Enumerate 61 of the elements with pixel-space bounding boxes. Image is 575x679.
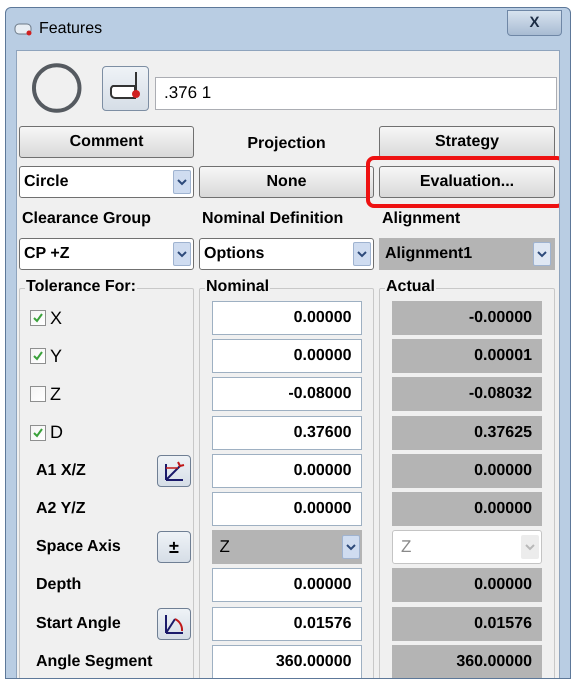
checkbox-label: D xyxy=(50,421,63,444)
row-label: Start Angle xyxy=(35,614,122,634)
field-label: Nominal Definition xyxy=(202,209,344,229)
actual-value: 0.00001 xyxy=(392,339,542,374)
actual-value: 0.00000 xyxy=(392,454,542,488)
dropdown[interactable]: Options xyxy=(199,238,374,270)
probe-button[interactable] xyxy=(102,66,149,110)
dropdown[interactable]: CP +Z xyxy=(19,238,194,270)
field-label: Clearance Group xyxy=(22,209,152,229)
dropdown-value: CP +Z xyxy=(24,244,70,264)
dropdown[interactable]: Z xyxy=(212,530,362,564)
checkbox[interactable] xyxy=(30,424,46,441)
evaluation-button[interactable]: Evaluation... xyxy=(379,166,555,198)
nominal-field[interactable]: 0.00000 xyxy=(212,492,362,526)
actual-value: -0.00000 xyxy=(392,301,542,336)
feature-id-field[interactable]: .376 1 xyxy=(155,76,557,110)
app-icon xyxy=(14,22,34,36)
feature-type-dropdown[interactable]: Circle xyxy=(19,166,194,198)
actual-value: 0.00000 xyxy=(392,568,542,602)
plus-minus-button[interactable]: ± xyxy=(157,531,191,564)
nominal-field[interactable]: 0.00000 xyxy=(212,339,362,374)
row-label: Depth xyxy=(35,575,82,596)
dropdown-value: Options xyxy=(204,244,266,264)
nominal-field[interactable]: 360.00000 xyxy=(212,644,362,678)
circle-icon xyxy=(31,62,82,114)
projection-label: Projection xyxy=(247,134,326,154)
actual-value: 0.37625 xyxy=(392,416,542,450)
nominal-field[interactable]: 0.37600 xyxy=(212,416,362,450)
close-button[interactable]: X xyxy=(507,10,562,36)
dropdown-value: Z xyxy=(401,536,412,558)
start-angle-icon xyxy=(163,612,185,635)
actual-value: 0.01576 xyxy=(392,606,542,641)
checkbox[interactable] xyxy=(30,386,46,402)
checkbox-label: X xyxy=(50,306,62,330)
nominal-field[interactable]: 0.00000 xyxy=(212,454,362,488)
checkbox[interactable] xyxy=(30,348,46,364)
dropdown-value: Z xyxy=(220,536,231,558)
dropdown-value: Alignment1 xyxy=(385,244,474,264)
axis-angle-button[interactable] xyxy=(157,454,191,487)
checkbox-label: Y xyxy=(50,344,62,368)
actual-value: 0.00000 xyxy=(392,492,542,526)
dropdown-value: Circle xyxy=(24,172,70,192)
window-title: Features xyxy=(39,19,102,39)
field-label: Alignment xyxy=(382,209,462,229)
actual-value: 360.00000 xyxy=(392,644,542,678)
nominal-field[interactable]: 0.00000 xyxy=(212,301,362,336)
checkbox[interactable] xyxy=(30,310,46,326)
axis-angle-icon xyxy=(163,460,185,482)
row-label: Space Axis xyxy=(35,537,122,558)
row-label: A1 X/Z xyxy=(35,460,87,481)
nominal-field[interactable]: -0.08000 xyxy=(212,377,362,412)
comment-button[interactable]: Comment xyxy=(19,126,194,158)
row-label: A2 Y/Z xyxy=(35,499,86,520)
strategy-button[interactable]: Strategy xyxy=(379,126,555,158)
projection-button[interactable]: None xyxy=(199,166,374,198)
checkbox-label: Z xyxy=(50,382,61,406)
actual-value: -0.08032 xyxy=(392,377,542,412)
nominal-field[interactable]: 0.01576 xyxy=(212,606,362,641)
row-label: Angle Segment xyxy=(35,652,154,672)
nominal-field[interactable]: 0.00000 xyxy=(212,568,362,602)
start-angle-button[interactable] xyxy=(157,608,191,640)
